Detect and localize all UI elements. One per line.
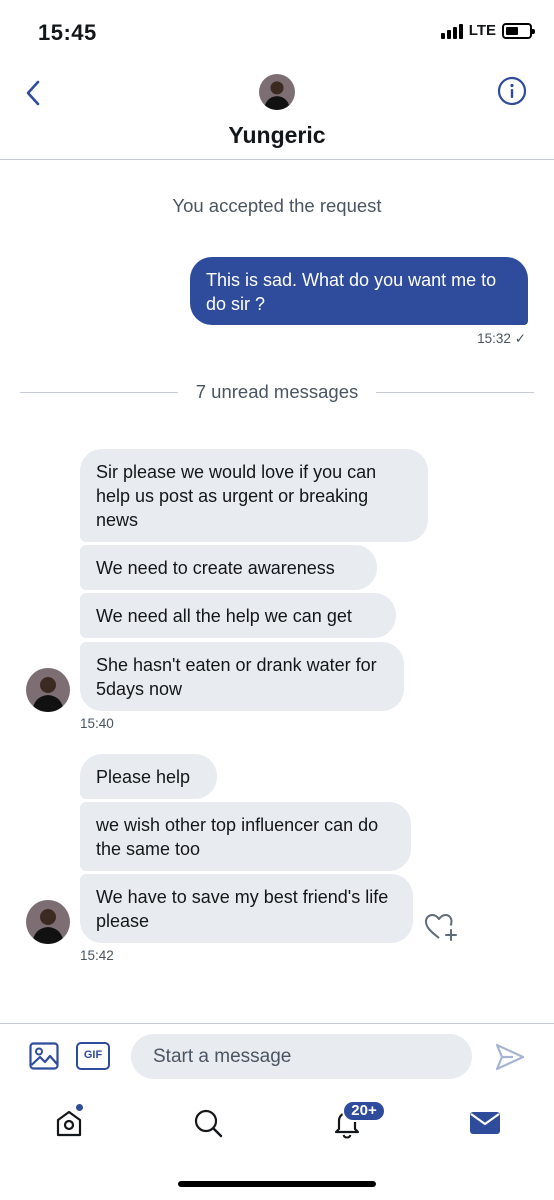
home-update-dot [75, 1103, 84, 1112]
sent-message-time: 15:32 [477, 331, 511, 346]
home-indicator[interactable] [178, 1181, 376, 1187]
tab-home[interactable] [49, 1103, 89, 1143]
send-button[interactable] [494, 1042, 526, 1072]
add-reaction-button[interactable] [424, 912, 458, 942]
tab-messages[interactable] [465, 1103, 505, 1143]
status-time: 15:45 [38, 20, 97, 45]
status-indicators: LTE [440, 22, 535, 39]
received-message[interactable]: We need to create awareness [80, 545, 377, 590]
divider-line-right [376, 392, 534, 393]
tab-search[interactable] [188, 1103, 228, 1143]
info-icon [497, 76, 527, 106]
mail-icon [470, 1112, 500, 1134]
avatar-photo [26, 668, 70, 712]
received-message[interactable]: Sir please we would love if you can help… [80, 449, 428, 542]
received-message-time: 15:42 [80, 948, 114, 963]
signal-icon [440, 23, 463, 39]
battery-icon [502, 22, 535, 39]
contact-avatar[interactable] [259, 74, 295, 110]
search-icon [194, 1109, 223, 1138]
unread-divider: 7 unread messages [20, 380, 534, 404]
avatar-photo [26, 900, 70, 944]
avatar-photo [259, 74, 295, 110]
received-message[interactable]: We need all the help we can get [80, 593, 396, 638]
received-message-time: 15:40 [80, 716, 114, 731]
sent-message[interactable]: This is sad. What do you want me to do s… [190, 257, 528, 325]
notifications-badge: 20+ [342, 1100, 386, 1122]
send-icon [495, 1043, 525, 1071]
contact-name[interactable]: Yungeric [0, 122, 554, 149]
back-button[interactable] [18, 76, 48, 110]
gif-button[interactable]: GIF [76, 1042, 110, 1070]
message-input[interactable] [131, 1034, 472, 1079]
message-composer: GIF [0, 1023, 554, 1089]
status-bar: 15:45 LTE [0, 0, 554, 62]
received-message[interactable]: We have to save my best friend's life pl… [80, 874, 413, 943]
tab-bar: 20+ [0, 1089, 554, 1159]
received-message[interactable]: She hasn't eaten or drank water for 5day… [80, 642, 404, 711]
heart-plus-icon [425, 914, 457, 941]
media-button[interactable] [28, 1040, 60, 1072]
sender-avatar[interactable] [26, 668, 70, 712]
image-icon [29, 1042, 59, 1070]
info-button[interactable] [497, 76, 527, 106]
system-message: You accepted the request [172, 195, 382, 216]
received-message[interactable]: we wish other top influencer can do the … [80, 802, 411, 871]
sent-message-meta: 15:32 ✓ [477, 331, 526, 347]
sender-avatar[interactable] [26, 900, 70, 944]
read-receipt: ✓ [514, 331, 526, 346]
received-message[interactable]: Please help [80, 754, 217, 799]
chevron-left-icon [26, 80, 40, 106]
network-type: LTE [468, 22, 496, 39]
conversation-header: Yungeric [0, 62, 554, 160]
battery-level [506, 26, 519, 35]
